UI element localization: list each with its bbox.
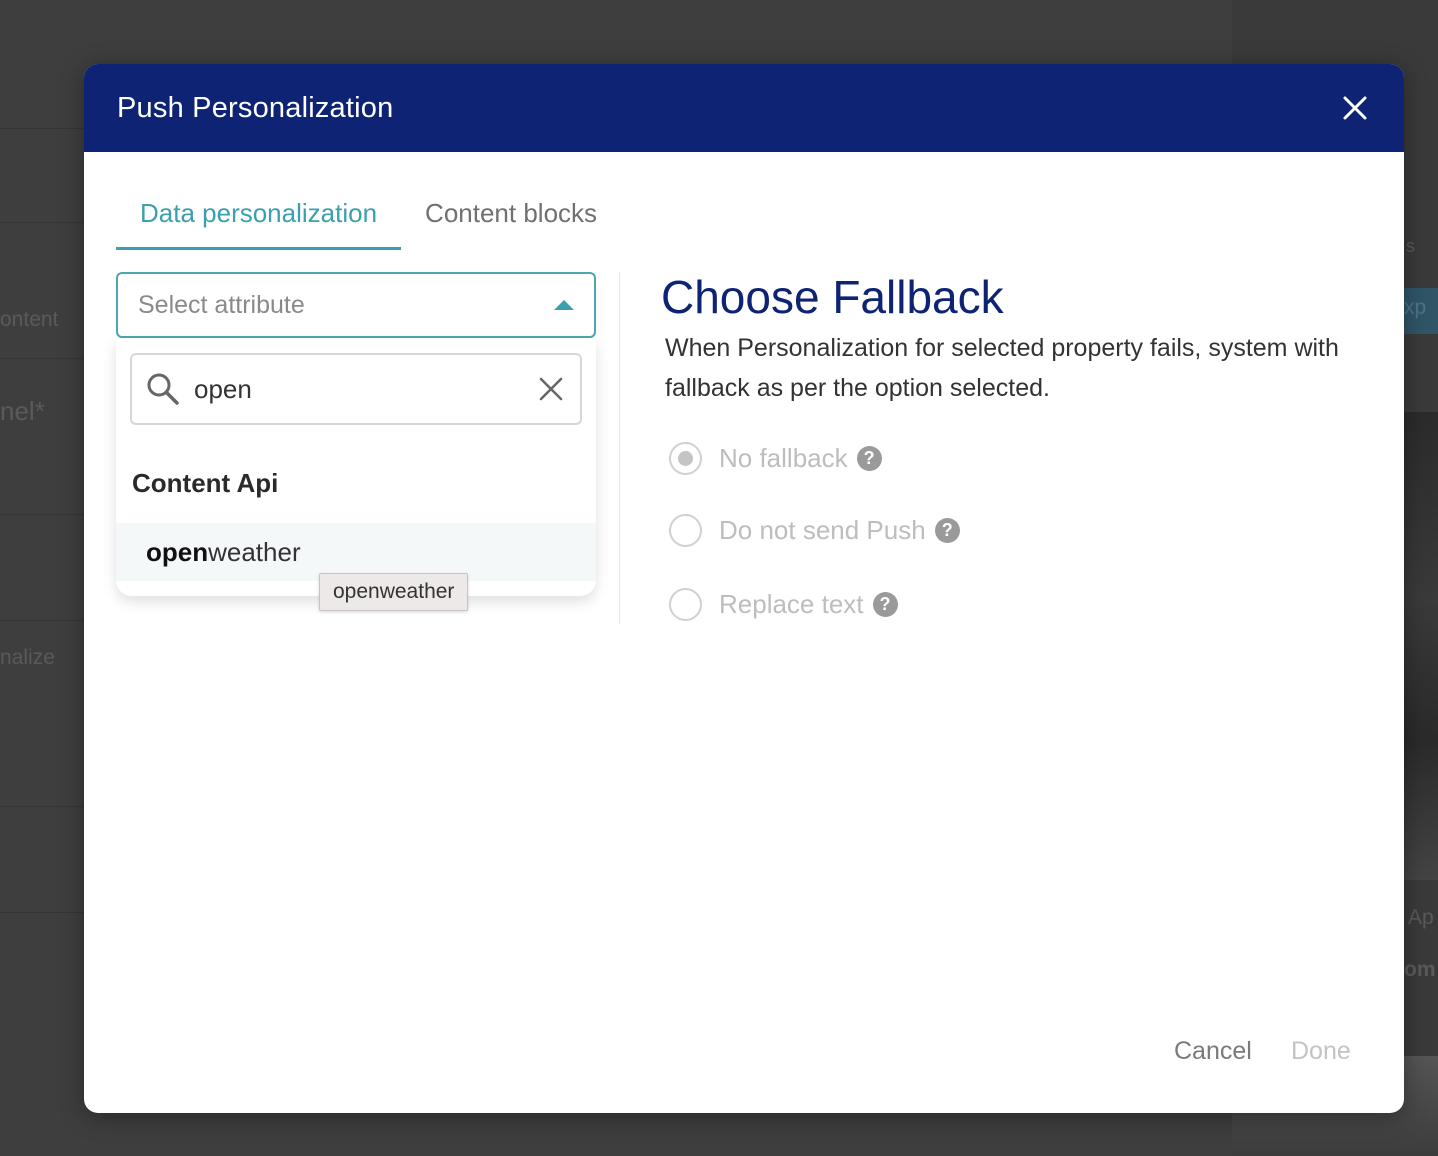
- modal-title: Push Personalization: [117, 91, 394, 124]
- background-text: Ap: [1408, 906, 1434, 929]
- done-button[interactable]: Done: [1291, 1037, 1351, 1066]
- radio-label: Replace text: [719, 589, 864, 619]
- background-divider: [0, 222, 84, 223]
- radio-button[interactable]: [669, 442, 702, 475]
- radio-button[interactable]: [669, 588, 702, 621]
- background-text: nel*: [0, 396, 45, 426]
- help-icon[interactable]: ?: [872, 592, 898, 617]
- help-icon[interactable]: ?: [856, 446, 882, 471]
- close-button[interactable]: [1340, 93, 1370, 123]
- option-group-label: Content Api: [132, 468, 279, 498]
- caret-up-icon: [554, 300, 574, 310]
- background-divider: [0, 514, 84, 515]
- background-divider: [0, 806, 84, 807]
- attribute-dropdown: Content Api openweather: [116, 338, 596, 596]
- background-text: ontent: [0, 308, 59, 331]
- option-rest-text: weather: [208, 536, 301, 567]
- clear-icon[interactable]: [536, 374, 566, 404]
- radio-button[interactable]: [669, 514, 702, 547]
- background-text: s: [1406, 236, 1415, 256]
- tab-data-personalization[interactable]: Data personalization: [116, 176, 402, 250]
- close-icon: [1343, 96, 1367, 120]
- help-icon[interactable]: ?: [934, 518, 960, 543]
- modal-header: Push Personalization: [84, 64, 1404, 152]
- radio-label: No fallback: [719, 443, 848, 473]
- fallback-title: Choose Fallback: [661, 271, 1004, 323]
- search-icon: [147, 373, 179, 405]
- push-personalization-modal: Push Personalization Data personalizatio…: [84, 64, 1404, 1113]
- attribute-select-placeholder: Select attribute: [138, 290, 305, 319]
- radio-no-fallback[interactable]: No fallback ?: [669, 442, 882, 475]
- attribute-select[interactable]: Select attribute: [116, 272, 596, 338]
- radio-replace-text[interactable]: Replace text ?: [669, 588, 898, 621]
- option-tooltip: openweather: [319, 573, 469, 611]
- background-text: xp: [1404, 296, 1427, 319]
- option-match-text: open: [146, 536, 209, 567]
- background-divider: [0, 358, 84, 359]
- background-divider: [0, 912, 84, 913]
- attribute-search: [130, 353, 582, 425]
- fallback-description: When Personalization for selected proper…: [665, 334, 1339, 402]
- background-divider: [0, 620, 84, 621]
- radio-do-not-send-push[interactable]: Do not send Push ?: [669, 514, 960, 547]
- attribute-search-input[interactable]: [194, 373, 536, 405]
- cancel-button[interactable]: Cancel: [1174, 1037, 1252, 1066]
- background-text: om: [1404, 958, 1436, 981]
- background-text: nalize: [0, 646, 55, 669]
- tab-bar: Data personalization Content blocks: [116, 176, 621, 250]
- radio-label: Do not send Push: [719, 515, 926, 545]
- tab-content-blocks[interactable]: Content blocks: [401, 176, 621, 250]
- column-divider: [619, 272, 620, 624]
